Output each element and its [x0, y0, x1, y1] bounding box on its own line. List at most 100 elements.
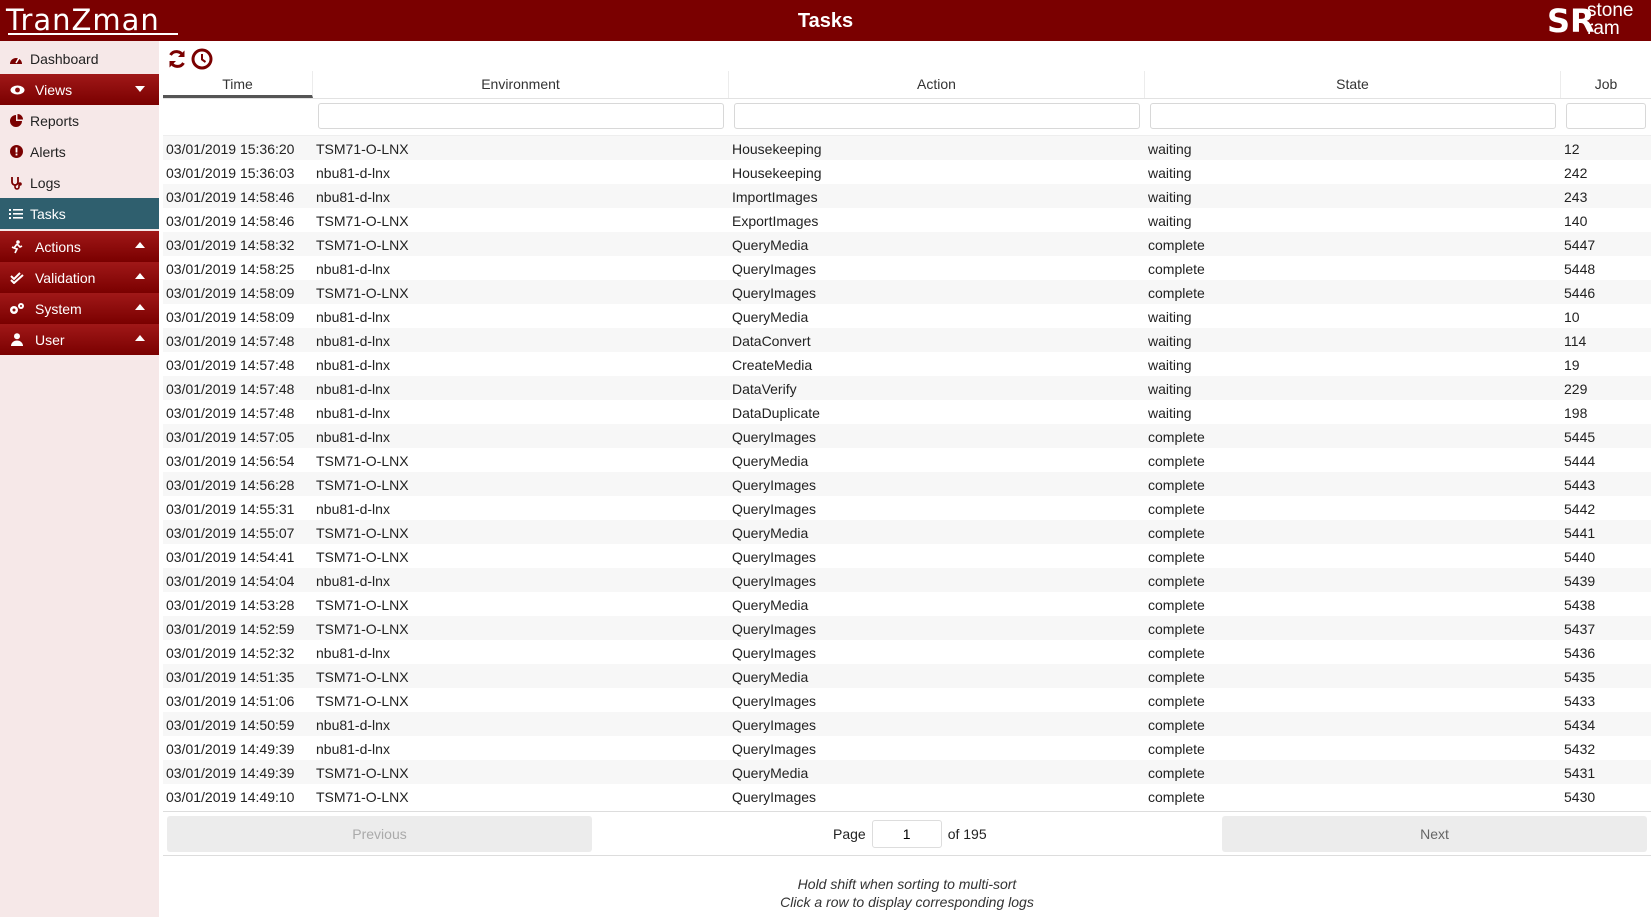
table-row[interactable]: 03/01/2019 14:49:39 nbu81-d-lnx QueryImage… [163, 736, 1651, 760]
action-cell: QueryImages [732, 693, 817, 709]
auto-refresh-button[interactable] [191, 48, 213, 70]
state-cell: complete [1148, 429, 1205, 445]
sidebar-item-label: System [35, 300, 82, 317]
table-row[interactable]: 03/01/2019 14:51:35 TSM71-O-LNX QueryMedia… [163, 664, 1651, 688]
action-filter-input[interactable] [734, 103, 1140, 129]
environment-cell: TSM71-O-LNX [316, 621, 409, 637]
table-row[interactable]: 03/01/2019 15:36:03 nbu81-d-lnx Housekeepi… [163, 160, 1651, 184]
table-row[interactable]: 03/01/2019 14:54:41 TSM71-O-LNX QueryImage… [163, 544, 1651, 568]
time-cell: 03/01/2019 14:58:46 [166, 213, 295, 229]
sidebar-item-alerts[interactable]: Alerts [0, 136, 159, 167]
action-cell: QueryMedia [732, 525, 809, 541]
next-button[interactable]: Next [1222, 816, 1647, 852]
time-cell: 03/01/2019 14:58:25 [166, 261, 295, 277]
environment-cell: nbu81-d-lnx [316, 357, 390, 373]
state-cell: complete [1148, 549, 1205, 565]
table-row[interactable]: 03/01/2019 14:55:07 TSM71-O-LNX QueryMedia… [163, 520, 1651, 544]
table-row[interactable]: 03/01/2019 14:52:32 nbu81-d-lnx QueryImage… [163, 640, 1651, 664]
table-row[interactable]: 03/01/2019 14:57:48 nbu81-d-lnx CreateMedi… [163, 352, 1651, 376]
action-cell: QueryImages [732, 285, 817, 301]
table-row[interactable]: 03/01/2019 14:58:46 TSM71-O-LNX ExportImag… [163, 208, 1651, 232]
filter-row [163, 99, 1651, 136]
table-row[interactable]: 03/01/2019 14:57:48 nbu81-d-lnx DataVerify… [163, 376, 1651, 400]
environment-cell: TSM71-O-LNX [316, 525, 409, 541]
table-row[interactable]: 03/01/2019 14:55:31 nbu81-d-lnx QueryImage… [163, 496, 1651, 520]
table-row[interactable]: 03/01/2019 15:36:20 TSM71-O-LNX Housekeepi… [163, 136, 1651, 160]
time-cell: 03/01/2019 14:57:48 [166, 405, 295, 421]
dashboard-icon [8, 53, 24, 65]
double-check-icon [9, 271, 25, 284]
environment-cell: TSM71-O-LNX [316, 213, 409, 229]
sidebar: Dashboard Views Reports Alerts Logs Task… [0, 41, 159, 917]
environment-filter-input[interactable] [318, 103, 724, 129]
table-row[interactable]: 03/01/2019 14:51:06 TSM71-O-LNX QueryImage… [163, 688, 1651, 712]
environment-cell: nbu81-d-lnx [316, 573, 390, 589]
pagination: Previous Page of 195 Next [163, 811, 1651, 856]
state-cell: complete [1148, 237, 1205, 253]
table-row[interactable]: 03/01/2019 14:56:54 TSM71-O-LNX QueryMedia… [163, 448, 1651, 472]
sidebar-item-tasks[interactable]: Tasks [0, 198, 159, 229]
state-filter-input[interactable] [1150, 103, 1556, 129]
environment-cell: TSM71-O-LNX [316, 597, 409, 613]
environment-cell: TSM71-O-LNX [316, 237, 409, 253]
job-cell: 5430 [1564, 789, 1596, 805]
column-header-state[interactable]: State [1145, 71, 1561, 98]
table-row[interactable]: 03/01/2019 14:58:09 TSM71-O-LNX QueryImage… [163, 280, 1651, 304]
table-row[interactable]: 03/01/2019 14:58:32 TSM71-O-LNX QueryMedia… [163, 232, 1651, 256]
environment-cell: nbu81-d-lnx [316, 333, 390, 349]
time-cell: 03/01/2019 14:49:39 [166, 741, 295, 757]
sidebar-item-label: Dashboard [30, 50, 99, 67]
table-row[interactable]: 03/01/2019 14:52:59 TSM71-O-LNX QueryImage… [163, 616, 1651, 640]
refresh-icon [169, 50, 185, 68]
state-cell: complete [1148, 261, 1205, 277]
column-header-job[interactable]: Job [1561, 71, 1651, 98]
job-cell: 5433 [1564, 693, 1596, 709]
job-cell: 229 [1564, 381, 1588, 397]
time-cell: 03/01/2019 15:36:20 [166, 141, 295, 157]
table-row[interactable]: 03/01/2019 14:49:10 TSM71-O-LNX QueryImage… [163, 784, 1651, 808]
table-row[interactable]: 03/01/2019 14:54:04 nbu81-d-lnx QueryImage… [163, 568, 1651, 592]
job-cell: 5438 [1564, 597, 1596, 613]
table-row[interactable]: 03/01/2019 14:56:28 TSM71-O-LNX QueryImage… [163, 472, 1651, 496]
action-cell: QueryImages [732, 549, 817, 565]
sidebar-item-views[interactable]: Views [0, 74, 159, 105]
column-header-action[interactable]: Action [729, 71, 1145, 98]
state-cell: complete [1148, 477, 1205, 493]
action-cell: Housekeeping [732, 165, 822, 181]
sidebar-item-logs[interactable]: Logs [0, 167, 159, 198]
table-row[interactable]: 03/01/2019 14:49:39 TSM71-O-LNX QueryMedia… [163, 760, 1651, 784]
sidebar-item-dashboard[interactable]: Dashboard [0, 43, 159, 74]
sidebar-item-user[interactable]: User [0, 324, 159, 355]
job-filter-input[interactable] [1566, 103, 1646, 129]
environment-cell: nbu81-d-lnx [316, 189, 390, 205]
page-number-input[interactable] [871, 820, 942, 848]
sidebar-item-system[interactable]: System [0, 293, 159, 324]
job-cell: 19 [1564, 357, 1580, 373]
table-row[interactable]: 03/01/2019 14:57:05 nbu81-d-lnx QueryImage… [163, 424, 1651, 448]
action-cell: QueryImages [732, 789, 817, 805]
column-header-environment[interactable]: Environment [313, 71, 729, 98]
sidebar-item-label: Views [35, 81, 73, 98]
job-cell: 140 [1564, 213, 1588, 229]
table-row[interactable]: 03/01/2019 14:57:48 nbu81-d-lnx DataConver… [163, 328, 1651, 352]
refresh-button[interactable] [166, 48, 188, 70]
table-row[interactable]: 03/01/2019 14:53:28 TSM71-O-LNX QueryMedia… [163, 592, 1651, 616]
sidebar-item-actions[interactable]: Actions [0, 231, 159, 262]
column-header-time[interactable]: Time [163, 71, 313, 98]
state-cell: complete [1148, 645, 1205, 661]
sidebar-item-reports[interactable]: Reports [0, 105, 159, 136]
table-row[interactable]: 03/01/2019 14:57:48 nbu81-d-lnx DataDuplic… [163, 400, 1651, 424]
time-cell: 03/01/2019 14:53:28 [166, 597, 295, 613]
table-row[interactable]: 03/01/2019 14:58:09 nbu81-d-lnx QueryMedia… [163, 304, 1651, 328]
table-row[interactable]: 03/01/2019 14:58:25 nbu81-d-lnx QueryImage… [163, 256, 1651, 280]
state-cell: complete [1148, 573, 1205, 589]
state-cell: complete [1148, 285, 1205, 301]
table-row[interactable]: 03/01/2019 14:58:46 nbu81-d-lnx ImportImag… [163, 184, 1651, 208]
job-cell: 198 [1564, 405, 1588, 421]
time-cell: 03/01/2019 14:52:32 [166, 645, 295, 661]
sidebar-item-validation[interactable]: Validation [0, 262, 159, 293]
table-row[interactable]: 03/01/2019 14:50:59 nbu81-d-lnx QueryImage… [163, 712, 1651, 736]
time-cell: 03/01/2019 14:51:06 [166, 693, 295, 709]
environment-cell: TSM71-O-LNX [316, 669, 409, 685]
previous-button[interactable]: Previous [167, 816, 592, 852]
